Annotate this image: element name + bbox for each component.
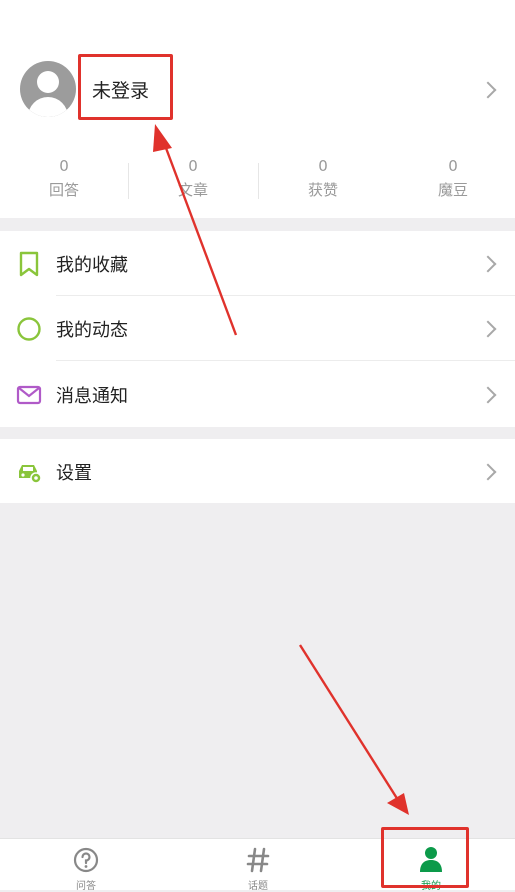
stat-beans-label: 魔豆 <box>437 181 468 199</box>
stat-likes-value: 0 <box>318 157 328 175</box>
tab-qa[interactable]: 问答 <box>26 839 146 892</box>
menu-item-favorites[interactable]: 我的收藏 <box>0 231 515 295</box>
envelope-icon <box>16 385 42 405</box>
menu-item-activity-label: 我的动态 <box>56 320 128 341</box>
stat-articles[interactable]: 0 文章 <box>129 155 257 203</box>
circle-icon <box>17 317 41 341</box>
menu-item-notifications[interactable]: 消息通知 <box>0 362 515 426</box>
stat-articles-value: 0 <box>188 157 198 175</box>
stat-beans-value: 0 <box>448 157 458 175</box>
annotation-box-login <box>78 54 173 120</box>
stat-likes-label: 获赞 <box>307 181 338 199</box>
menu-item-settings[interactable]: 设置 <box>0 439 515 503</box>
avatar-icon[interactable] <box>20 61 76 117</box>
menu-item-notifications-label: 消息通知 <box>56 386 128 407</box>
arrow-to-tab-head <box>387 793 409 815</box>
menu-group-settings: 设置 <box>0 439 515 503</box>
avatar-head <box>37 71 59 93</box>
menu-item-activity[interactable]: 我的动态 <box>0 296 515 360</box>
arrow-to-tab-line <box>298 644 400 801</box>
car-gear-icon <box>19 465 42 484</box>
stat-answers-value: 0 <box>59 157 69 175</box>
menu-item-favorites-label: 我的收藏 <box>56 255 128 276</box>
tab-topics[interactable]: 话题 <box>198 839 318 892</box>
annotation-box-tab-mine <box>381 827 469 888</box>
menu-group-main: 我的收藏 我的动态 消息通知 <box>0 231 515 427</box>
bookmark-icon <box>19 251 39 277</box>
question-icon <box>73 847 99 873</box>
hashtag-icon <box>246 847 270 873</box>
divider <box>56 360 515 361</box>
stat-answers-label: 回答 <box>48 181 79 199</box>
stat-articles-label: 文章 <box>177 181 208 199</box>
stats-row: 0 回答 0 文章 0 获赞 0 魔豆 <box>0 155 515 210</box>
avatar-body <box>28 97 68 117</box>
chevron-right-icon <box>479 255 497 273</box>
stat-likes[interactable]: 0 获赞 <box>259 155 387 203</box>
chevron-right-icon <box>479 320 497 338</box>
stat-answers[interactable]: 0 回答 <box>0 155 128 203</box>
chevron-right-icon <box>479 463 497 481</box>
menu-item-settings-label: 设置 <box>56 463 92 484</box>
chevron-right-icon[interactable] <box>479 81 497 99</box>
chevron-right-icon <box>479 386 497 404</box>
stat-beans[interactable]: 0 魔豆 <box>389 155 515 203</box>
